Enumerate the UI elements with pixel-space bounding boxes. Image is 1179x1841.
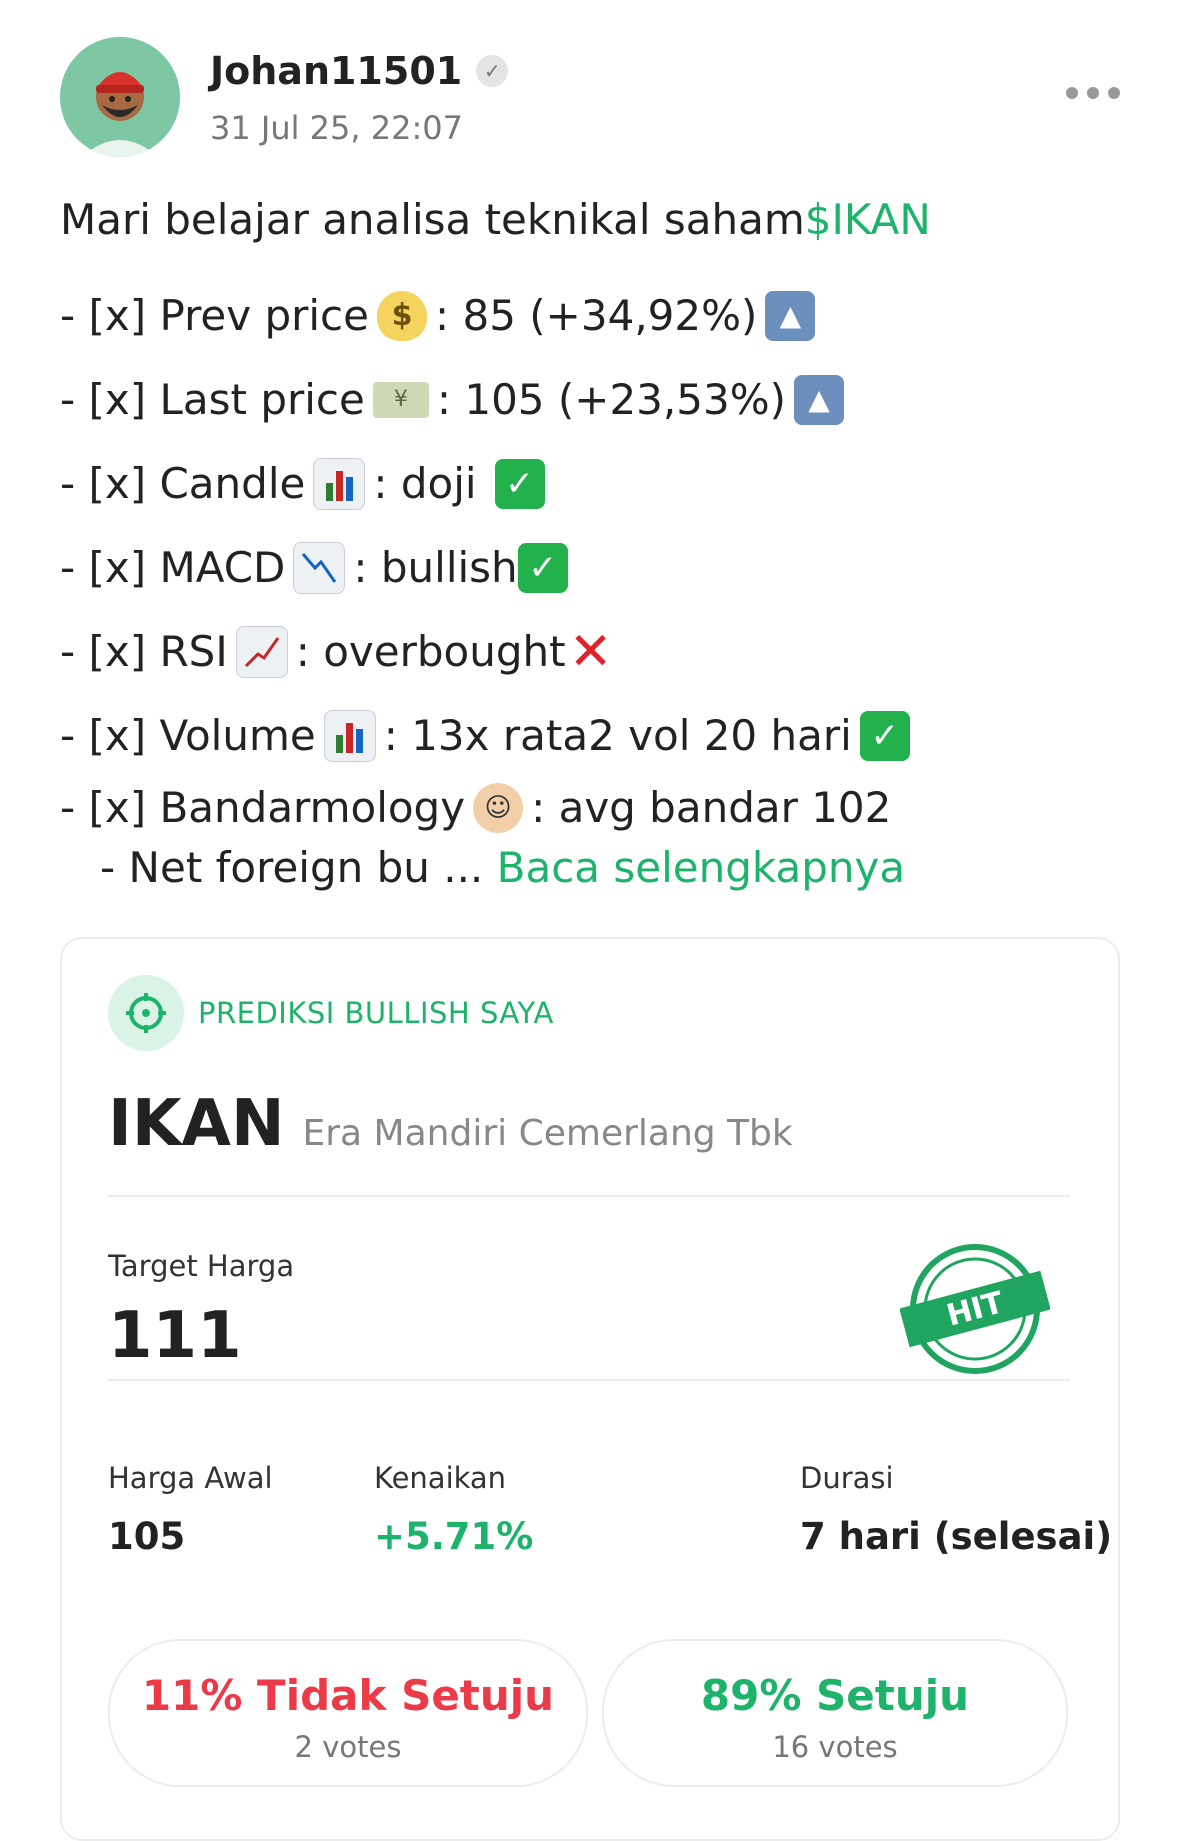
post-body: Mari belajar analisa teknikal saham $IKA… <box>60 190 1130 898</box>
stamp-text: HIT <box>943 1285 1007 1334</box>
more-options-icon[interactable] <box>1066 87 1120 99</box>
line-value: : overbought <box>295 627 566 676</box>
username[interactable]: Johan11501 ✓ <box>210 49 509 93</box>
stock-code[interactable]: IKAN <box>108 1087 285 1161</box>
verified-icon: ✓ <box>476 55 509 87</box>
intro-text: Mari belajar analisa teknikal saham <box>60 195 805 244</box>
disagree-votes: 2 votes <box>294 1730 402 1764</box>
line-label: - [x] MACD <box>60 543 286 592</box>
stock-info[interactable]: IKAN Era Mandiri Cemerlang Tbk <box>108 1087 793 1161</box>
divider <box>108 1379 1070 1381</box>
agree-votes: 16 votes <box>772 1730 898 1764</box>
agree-label: 89% Setuju <box>700 1671 970 1720</box>
list-item: - [x] Volume : 13x rata2 vol 20 hari ✓ <box>60 694 1130 778</box>
check-icon: ✓ <box>859 711 910 761</box>
line-label: - [x] Last price <box>60 375 365 424</box>
line-value: : 85 (+34,92%) <box>435 291 758 340</box>
line-value: : avg bandar 102 <box>531 783 892 832</box>
list-item: - [x] Candle : doji ✓ <box>60 442 1130 526</box>
line-value: : doji <box>373 459 477 508</box>
prediction-label: PREDIKSI BULLISH SAYA <box>198 996 554 1030</box>
list-item: - [x] RSI : overbought ✕ <box>60 610 1130 694</box>
list-item: - Net foreign bu ... Baca selengkapnya <box>60 838 1130 898</box>
list-item: - [x] Last price ¥ : 105 (+23,53%) ▲ <box>60 358 1130 442</box>
bar-chart-icon <box>323 710 376 762</box>
avatar[interactable] <box>60 37 180 157</box>
chart-decreasing-icon <box>293 542 346 594</box>
change-label: Kenaikan <box>374 1461 507 1495</box>
target-value: 111 <box>108 1299 242 1373</box>
list-item: - [x] MACD : bullish ✓ <box>60 526 1130 610</box>
line-value: : 105 (+23,53%) <box>436 375 786 424</box>
line-label: - [x] Prev price <box>60 291 369 340</box>
username-text[interactable]: Johan11501 <box>210 49 462 93</box>
truncated-line: - Net foreign bu ... <box>60 843 497 892</box>
target-label: Target Harga <box>108 1249 295 1283</box>
up-arrow-icon: ▲ <box>793 375 844 425</box>
start-price-value: 105 <box>108 1515 186 1558</box>
line-value: : 13x rata2 vol 20 hari <box>383 711 852 760</box>
up-arrow-icon: ▲ <box>765 291 816 341</box>
line-label: - [x] Bandarmology <box>60 783 466 832</box>
check-icon: ✓ <box>494 459 545 509</box>
line-label: - [x] Volume <box>60 711 316 760</box>
hit-stamp-icon: HIT <box>899 1239 1051 1379</box>
chart-increasing-icon <box>235 626 288 678</box>
disagree-label: 11% Tidak Setuju <box>141 1671 555 1720</box>
line-label: - [x] RSI <box>60 627 228 676</box>
target-icon <box>108 975 184 1051</box>
line-label: - [x] Candle <box>60 459 306 508</box>
prediction-card[interactable]: PREDIKSI BULLISH SAYA IKAN Era Mandiri C… <box>60 937 1120 1841</box>
change-value: +5.71% <box>374 1515 534 1558</box>
disagree-button[interactable]: 11% Tidak Setuju 2 votes <box>108 1639 588 1787</box>
list-item: - [x] Bandarmology ☺ : avg bandar 102 <box>60 778 1130 838</box>
stock-name: Era Mandiri Cemerlang Tbk <box>302 1113 793 1154</box>
banknote-icon: ¥ <box>372 382 429 418</box>
post-timestamp: 31 Jul 25, 22:07 <box>210 109 463 147</box>
prediction-header: PREDIKSI BULLISH SAYA <box>108 975 554 1051</box>
duration-value: 7 hari (selesai) <box>800 1515 1113 1558</box>
start-price-label: Harga Awal <box>108 1461 273 1495</box>
bar-chart-icon <box>313 458 366 510</box>
agree-button[interactable]: 89% Setuju 16 votes <box>602 1639 1068 1787</box>
cross-mark-icon: ✕ <box>568 622 613 682</box>
money-bag-icon: $ <box>377 291 427 341</box>
ticker-link[interactable]: $IKAN <box>805 190 931 250</box>
read-more-link[interactable]: Baca selengkapnya <box>497 838 905 898</box>
divider <box>108 1195 1070 1197</box>
check-icon: ✓ <box>517 543 568 593</box>
post-header: Johan11501 ✓ 31 Jul 25, 22:07 <box>60 37 1120 157</box>
person-in-tuxedo-icon: ☺ <box>473 783 524 833</box>
duration-label: Durasi <box>800 1461 894 1495</box>
list-item: - [x] Prev price $ : 85 (+34,92%) ▲ <box>60 274 1130 358</box>
post-intro: Mari belajar analisa teknikal saham $IKA… <box>60 190 1130 250</box>
line-value: : bullish <box>353 543 518 592</box>
